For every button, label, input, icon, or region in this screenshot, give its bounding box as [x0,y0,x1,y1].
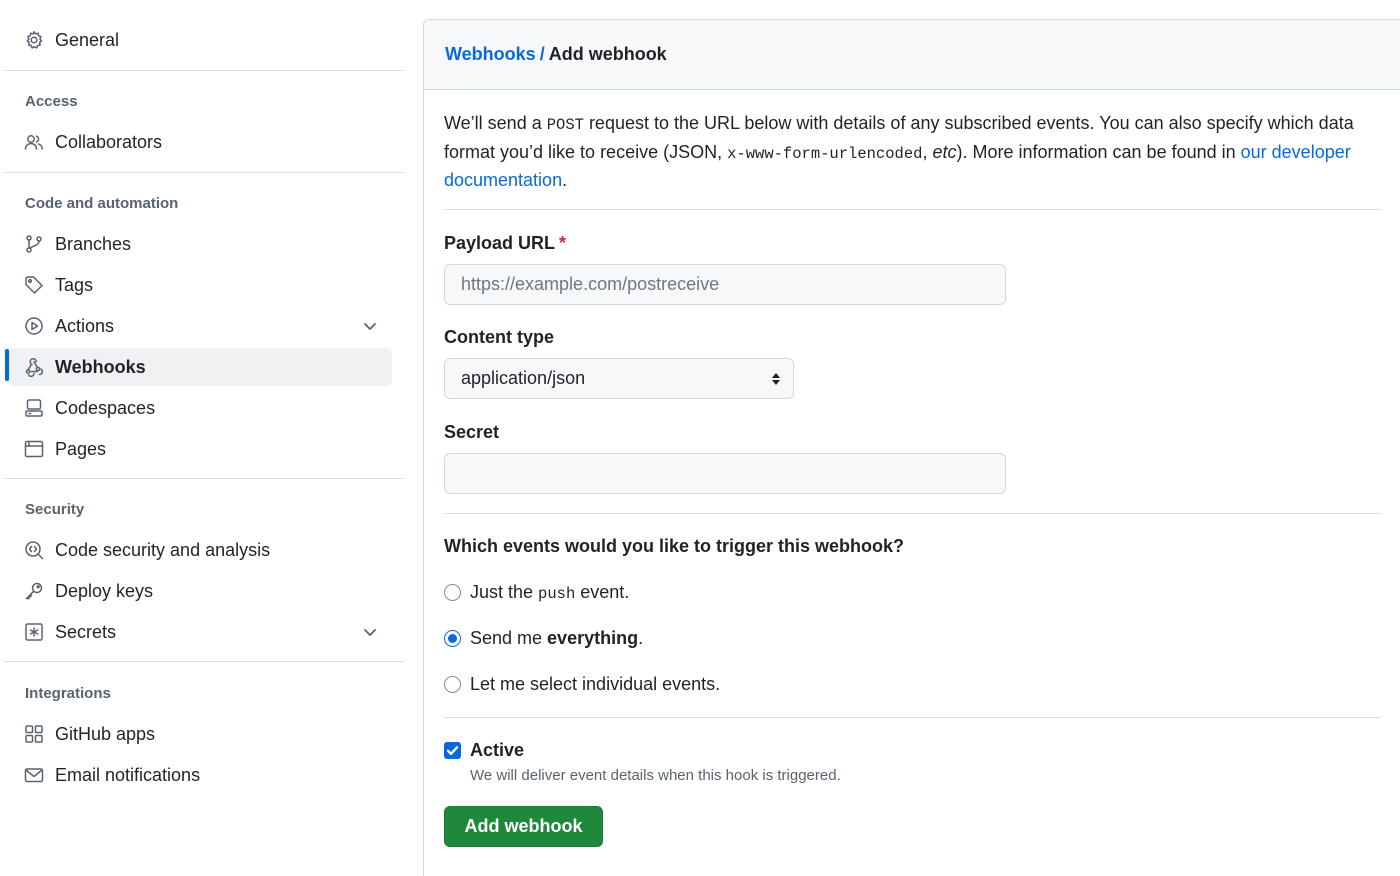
sidebar-item-deploy-keys[interactable]: Deploy keys [8,572,392,610]
form-divider [444,513,1381,514]
sidebar-divider [4,70,404,71]
chevron-down-icon[interactable] [362,624,378,640]
radio-label-text: event. [575,582,630,602]
sidebar-item-codespaces[interactable]: Codespaces [8,389,392,427]
events-question: Which events would you like to trigger t… [444,536,905,556]
radio-label-bold: everything [547,628,639,648]
secret-input[interactable] [444,453,1006,494]
sidebar-item-secrets[interactable]: Secrets [8,613,392,651]
form-divider [444,717,1381,718]
sidebar-section-code-automation: Code and automation [25,195,179,212]
codespaces-icon [24,398,44,418]
sidebar-section-security: Security [25,501,85,518]
sidebar-item-email-notifications[interactable]: Email notifications [8,756,392,794]
sidebar-divider [4,172,404,173]
sidebar-section-integrations: Integrations [25,685,111,702]
sidebar-item-label: Tags [55,274,94,295]
intro-code-urlencoded: x-www-form-urlencoded [727,144,923,163]
intro-text-part: , [922,141,933,162]
codescan-icon [24,540,44,560]
radio-label: Just the push event. [470,582,629,603]
check-icon [446,746,459,755]
active-label: Active [470,740,525,760]
sidebar-item-label: Deploy keys [55,580,154,601]
sidebar-item-label: Secrets [55,621,117,642]
intro-text-part: ). More information can be found in [956,141,1241,162]
breadcrumb-separator: / [539,44,545,64]
intro-text-part: We’ll send a [444,113,547,133]
sidebar-item-collaborators[interactable]: Collaborators [8,123,392,161]
content-type-select[interactable]: application/json [444,358,794,399]
payload-url-label: Payload URL * [444,233,566,254]
sidebar-section-access: Access [25,93,78,110]
radio-label: Send me everything. [470,628,643,649]
settings-sidebar: General Access Collaborators Code and au… [0,0,404,876]
sidebar-item-branches[interactable]: Branches [8,225,392,263]
chevron-down-icon[interactable] [362,318,378,334]
apps-icon [24,724,44,744]
radio-button[interactable] [444,584,461,601]
people-icon [24,132,44,152]
active-description: We will deliver event details when this … [470,767,841,784]
tag-icon [24,275,44,295]
sidebar-divider [4,661,404,662]
sidebar-item-github-apps[interactable]: GitHub apps [8,715,392,753]
browser-icon [24,439,44,459]
form-divider [444,209,1381,210]
secret-label: Secret [444,422,500,442]
key-icon [24,581,44,601]
sidebar-item-pages[interactable]: Pages [8,430,392,468]
sidebar-item-tags[interactable]: Tags [8,266,392,304]
radio-button[interactable] [444,676,461,693]
radio-button[interactable] [444,630,461,647]
breadcrumb: Webhooks / Add webhook [445,44,667,65]
sidebar-item-label: Pages [55,438,107,459]
webhook-icon [24,357,44,377]
sidebar-item-general[interactable]: General [8,21,392,59]
page-title: Add webhook [548,44,667,64]
active-checkbox[interactable] [444,742,461,759]
panel-header: Webhooks / Add webhook [424,20,1400,90]
sidebar-item-label: Email notifications [55,764,201,785]
intro-em-etc: etc [932,141,957,162]
required-asterisk: * [559,233,567,253]
payload-url-input[interactable] [444,264,1006,305]
sidebar-item-actions[interactable]: Actions [8,307,392,345]
mail-icon [24,765,44,785]
sidebar-divider [4,478,404,479]
radio-label-text: Send me [470,628,548,648]
sidebar-item-label: Code security and analysis [55,539,271,560]
key-asterisk-icon [24,622,44,642]
play-icon [24,316,44,336]
intro-text-part: . [562,170,568,190]
selected-indicator [5,349,9,381]
gear-icon [24,30,44,50]
git-branch-icon [24,234,44,254]
content-type-label: Content type [444,327,554,347]
breadcrumb-webhooks-link[interactable]: Webhooks [445,44,536,64]
sidebar-item-webhooks[interactable]: Webhooks [8,348,392,386]
sidebar-item-code-security[interactable]: Code security and analysis [8,531,392,569]
intro-code-post: POST [546,116,584,134]
intro-text: We’ll send a POST request to the URL bel… [444,110,1389,194]
sidebar-item-label: Webhooks [55,356,146,377]
content-type-value: application/json [461,368,586,388]
sidebar-item-label: General [55,29,120,50]
sidebar-item-label: Actions [55,315,115,336]
sidebar-item-label: Collaborators [55,131,163,152]
radio-label-text: Just the [470,582,539,602]
radio-label-code: push [538,585,576,603]
sidebar-item-label: Codespaces [55,397,156,418]
sidebar-item-label: Branches [55,233,132,254]
sidebar-item-label: GitHub apps [55,723,156,744]
radio-label-text: . [638,628,644,648]
select-arrows-icon [771,371,781,387]
add-webhook-button[interactable]: Add webhook [444,806,603,847]
radio-label: Let me select individual events. [470,674,721,694]
payload-url-label-text: Payload URL [444,233,556,253]
